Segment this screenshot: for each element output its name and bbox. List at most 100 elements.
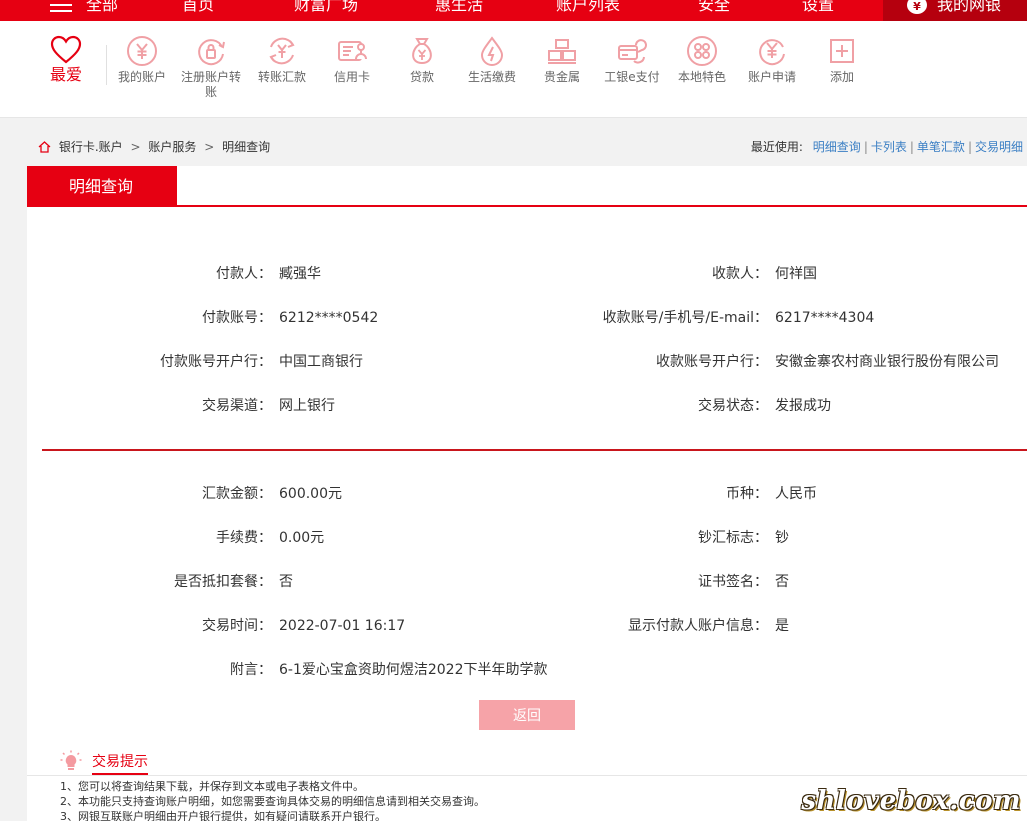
payee-label: 收款人： [712,266,768,282]
breadcrumb: 银行卡.账户 > 账户服务 > 明细查询 [38,138,270,155]
amount-label: 汇款金额： [202,486,272,502]
shortcut-label: 贷款 [409,70,434,84]
detail-row: 付款账号： 6212****0542 收款账号/手机号/E-mail： 6217… [27,308,1027,328]
breadcrumb-separator: > [204,140,215,154]
shortcut-loan[interactable]: 贷款 [382,21,462,85]
cert-sign-label: 证书签名： [698,574,768,590]
payer-bank-label: 付款账号开户行： [160,354,272,370]
shortcut-label: 生活缴费 [467,70,516,84]
detail-row: 付款人： 臧强华 收款人： 何祥国 [27,264,1027,284]
payee-value: 何祥国 [775,266,817,282]
recent-link-single-remit[interactable]: 单笔汇款 [917,140,965,154]
payee-bank-label: 收款账号开户行： [656,354,768,370]
detail-row: 交易时间： 2022-07-01 16:17 显示付款人账户信息： 是 [27,616,1027,636]
shortcut-life-payment[interactable]: 生活缴费 [452,21,532,85]
channel-value: 网上银行 [279,398,335,414]
watermark-logo: shlovebox.com [801,786,1021,816]
breadcrumb-separator: > [130,140,141,154]
lock-transfer-icon [198,39,225,66]
gold-bars-icon [548,39,576,64]
tab-detail-query[interactable]: 明细查询 [27,166,177,207]
detail-row: 附言： 6-1爱心宝盒资助何煜洁2022下半年助学款 [27,660,1027,680]
my-bank-button[interactable]: ¥ 我的网银 [883,0,1027,21]
local-icon [687,36,717,66]
cert-sign-value: 否 [775,574,789,590]
status-label: 交易状态： [698,398,768,414]
tips-list: 1、您可以将查询结果下载，并保存到文本或电子表格文件中。 2、本功能只支持查询账… [60,779,485,821]
shortcut-favorite[interactable]: 最爱 [26,21,106,84]
shortcut-label: 工银e支付 [604,70,660,84]
tips-header: 交易提示 [27,741,1027,776]
shortcut-precious-metal[interactable]: 贵金属 [522,21,602,85]
shortcut-label: 转账汇款 [257,70,306,84]
nav-item-wealth[interactable]: 财富广场 [294,0,358,15]
recent-link-card-list[interactable]: 卡列表 [871,140,907,154]
package-deduct-value: 否 [279,574,293,590]
status-value: 发报成功 [775,398,831,414]
shortcut-e-pay[interactable]: 工银e支付 [592,21,672,85]
breadcrumb-current: 明细查询 [222,140,271,154]
shortcut-label: 添加 [829,70,854,84]
credit-card-icon [338,41,367,61]
shortcut-add[interactable]: 添加 [802,21,882,85]
shortcut-label: 账户申请 [747,70,796,84]
nav-item-life[interactable]: 惠生活 [435,0,483,15]
payer-account-label: 付款账号： [202,310,272,326]
recent-label: 最近使用: [750,140,803,154]
my-bank-label: 我的网银 [937,0,1002,14]
detail-row: 是否抵扣套餐： 否 证书签名： 否 [27,572,1027,592]
account-apply-icon [759,39,785,66]
payee-account-label: 收款账号/手机号/E-mail： [602,310,768,326]
payer-label: 付款人： [216,266,272,282]
time-label: 交易时间： [202,618,272,634]
detail-panel: 明细查询 付款人： 臧强华 收款人： 何祥国 付款账号： 6212****054… [27,166,1027,741]
memo-value: 6-1爱心宝盒资助何煜洁2022下半年助学款 [279,662,548,678]
nav-item-accounts[interactable]: 账户列表 [556,0,620,15]
breadcrumb-item[interactable]: 银行卡.账户 [59,140,123,154]
shortcut-local[interactable]: 本地特色 [662,21,742,85]
memo-label: 附言： [230,662,272,678]
nav-item-security[interactable]: 安全 [698,0,730,15]
show-payer-value: 是 [775,618,789,634]
fee-label: 手续费： [216,530,272,546]
shortcut-bar: 最爱 我的账户 注册账户转账 转账汇款 信用卡 贷款 生活缴费 贵金属 工银e支… [0,21,1027,118]
add-icon [830,39,854,63]
nav-item-all[interactable]: 全部 [86,0,118,15]
water-drop-icon [480,36,504,66]
cash-flag-value: 钞 [775,530,789,546]
show-payer-label: 显示付款人账户信息： [628,618,768,634]
shortcut-label: 注册账户转账 [181,70,242,99]
menu-icon[interactable] [50,0,72,12]
shortcut-account-apply[interactable]: 账户申请 [732,21,812,85]
yen-coin-icon [127,36,157,66]
payer-account-value: 6212****0542 [279,310,379,326]
recent-link-transaction-detail[interactable]: 交易明细 [975,140,1023,154]
tab-bar: 明细查询 [27,166,1027,207]
shortcut-label: 最爱 [49,65,82,84]
currency-value: 人民币 [775,486,817,502]
time-value: 2022-07-01 16:17 [279,618,406,634]
nav-item-home[interactable]: 首页 [182,0,214,15]
shortcut-credit-card[interactable]: 信用卡 [312,21,392,85]
fee-value: 0.00元 [279,530,325,546]
cash-flag-label: 钞汇标志： [698,530,768,546]
exchange-icon [269,37,295,65]
nav-item-settings[interactable]: 设置 [802,0,834,15]
breadcrumb-item[interactable]: 账户服务 [148,140,196,154]
shortcut-label: 信用卡 [333,70,370,84]
shortcut-my-account[interactable]: 我的账户 [102,21,182,85]
return-button[interactable]: 返回 [479,700,575,730]
tips-title: 交易提示 [92,751,148,775]
payer-bank-value: 中国工商银行 [279,354,363,370]
home-icon[interactable] [38,141,51,153]
shortcut-register-transfer[interactable]: 注册账户转账 [171,21,251,100]
recent-link-detail-query[interactable]: 明细查询 [813,140,861,154]
shortcut-transfer[interactable]: 转账汇款 [242,21,322,85]
shortcut-label: 我的账户 [117,70,166,84]
top-nav: 全部 首页 财富广场 惠生活 账户列表 安全 设置 ¥ 我的网银 [0,0,1027,21]
recent-used: 最近使用: 明细查询 | 卡列表 | 单笔汇款 | 交易明细 [750,140,1023,154]
tips-item: 1、您可以将查询结果下载，并保存到文本或电子表格文件中。 [60,780,364,793]
tips-item: 3、网银互联账户明细由开户银行提供，如有疑问请联系开户银行。 [60,810,386,821]
shortcut-label: 贵金属 [543,70,580,84]
tips-item: 2、本功能只支持查询账户明细，如您需要查询具体交易的明细信息请到相关交易查询。 [60,795,485,808]
